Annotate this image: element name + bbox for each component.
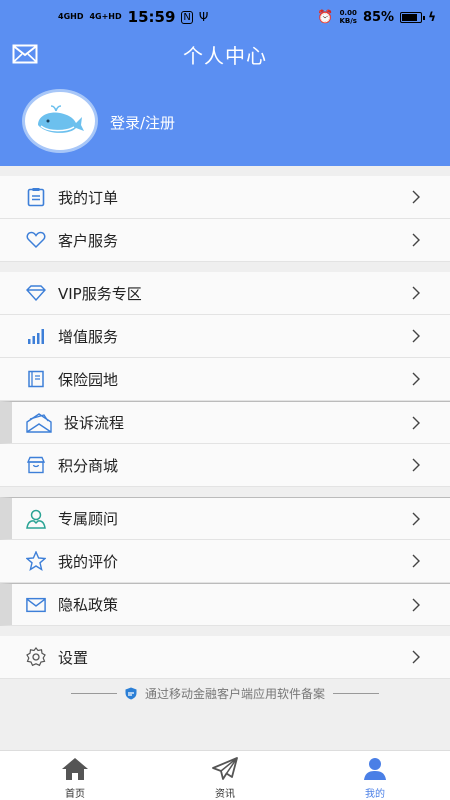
menu-item-label: 积分商城 — [58, 456, 119, 475]
paper-plane-icon — [210, 754, 240, 783]
gear-icon — [26, 647, 46, 667]
status-bar: 4GHD 4G+HD 15:59 N Ψ ⏰ 0.00 KB/s 85% ϟ — [0, 0, 450, 34]
tab-mine[interactable]: 我的 — [300, 751, 450, 800]
menu-item-customer-service[interactable]: 客户服务 — [0, 219, 450, 262]
network-speed: 0.00 KB/s — [339, 9, 356, 25]
signal-1: 4GHD — [58, 12, 84, 21]
tab-label: 我的 — [365, 789, 385, 800]
envelope-open-icon — [26, 412, 52, 433]
charging-icon: ϟ — [428, 10, 436, 24]
profile-header: 个人中心 登录/注册 — [0, 34, 450, 166]
chevron-right-icon — [412, 190, 420, 204]
home-icon — [60, 754, 90, 783]
diamond-icon — [26, 283, 46, 303]
bottom-tab-bar: 首页 资讯 我的 — [0, 750, 450, 800]
status-left: 4GHD 4G+HD 15:59 N Ψ — [58, 8, 208, 26]
tab-home[interactable]: 首页 — [0, 751, 150, 800]
menu-group: 我的订单 客户服务 — [0, 176, 450, 262]
menu-item-label: VIP服务专区 — [58, 284, 142, 303]
menu-item-label: 我的订单 — [58, 188, 119, 207]
status-right: ⏰ 0.00 KB/s 85% ϟ — [317, 9, 436, 25]
bar-chart-icon — [26, 326, 46, 346]
tab-label: 资讯 — [215, 789, 235, 800]
alarm-icon: ⏰ — [317, 9, 334, 25]
star-icon — [26, 551, 46, 571]
store-icon — [26, 455, 46, 475]
mail-icon — [26, 595, 46, 615]
page-title: 个人中心 — [183, 44, 267, 68]
speed-value: 0.00 — [339, 9, 357, 17]
tab-label: 首页 — [65, 789, 85, 800]
divider — [333, 692, 379, 694]
menu-item-label: 专属顾问 — [58, 510, 119, 528]
shield-icon — [125, 687, 137, 699]
menu-group: 设置 — [0, 636, 450, 679]
book-icon — [26, 369, 46, 389]
signal-2: 4G+HD — [89, 12, 122, 21]
battery-icon — [400, 11, 426, 23]
divider — [70, 692, 117, 694]
chevron-right-icon — [412, 598, 420, 612]
tab-news[interactable]: 资讯 — [150, 751, 300, 800]
menu-item-points-mall[interactable]: 积分商城 — [0, 444, 450, 487]
nfc-icon: N — [181, 10, 193, 24]
filing-text: 通过移动金融客户端应用软件备案 — [144, 686, 325, 701]
person-icon — [26, 509, 46, 529]
chevron-right-icon — [412, 458, 420, 472]
chevron-right-icon — [412, 286, 420, 300]
menu-item-label: 投诉流程 — [64, 414, 125, 432]
menu-item-value-added[interactable]: 增值服务 — [0, 315, 450, 358]
chevron-right-icon — [412, 512, 420, 526]
menu-item-settings[interactable]: 设置 — [0, 636, 450, 679]
menu-item-label: 增值服务 — [58, 327, 119, 346]
separator — [0, 487, 450, 497]
avatar[interactable] — [25, 92, 95, 150]
clipboard-icon — [26, 187, 46, 207]
filing-notice: 通过移动金融客户端应用软件备案 — [0, 680, 450, 706]
separator — [0, 262, 450, 272]
whale-icon — [38, 105, 84, 133]
status-time: 15:59 — [127, 8, 176, 26]
menu-item-vip[interactable]: VIP服务专区 — [0, 272, 450, 315]
chevron-right-icon — [412, 416, 420, 430]
user-icon — [360, 754, 390, 783]
menu-item-complaint[interactable]: 投诉流程 — [0, 401, 450, 444]
menu-group: VIP服务专区 增值服务 保险园地 投诉流程 积分商城 — [0, 272, 450, 487]
menu-item-label: 设置 — [58, 648, 89, 667]
heart-icon — [26, 230, 46, 250]
menu-item-label: 我的评价 — [58, 552, 119, 571]
battery-percent: 85% — [362, 9, 395, 25]
menu-list: 我的订单 客户服务 VIP服务专区 增值服务 保险园地 投诉流程 积分商城 专属… — [0, 176, 450, 679]
chevron-right-icon — [412, 372, 420, 386]
speed-unit: KB/s — [339, 17, 357, 25]
chevron-right-icon — [412, 554, 420, 568]
chevron-right-icon — [412, 650, 420, 664]
usb-icon: Ψ — [198, 10, 209, 24]
separator — [0, 626, 450, 636]
menu-item-privacy[interactable]: 隐私政策 — [0, 583, 450, 626]
menu-item-label: 保险园地 — [58, 370, 119, 389]
chevron-right-icon — [412, 233, 420, 247]
login-register-link[interactable]: 登录/注册 — [110, 112, 175, 133]
chevron-right-icon — [412, 329, 420, 343]
menu-item-label: 客户服务 — [58, 231, 119, 250]
menu-item-orders[interactable]: 我的订单 — [0, 176, 450, 219]
menu-item-insurance[interactable]: 保险园地 — [0, 358, 450, 401]
menu-group: 专属顾问 我的评价 隐私政策 — [0, 497, 450, 626]
menu-item-advisor[interactable]: 专属顾问 — [0, 497, 450, 540]
menu-item-label: 隐私政策 — [58, 596, 119, 614]
menu-item-reviews[interactable]: 我的评价 — [0, 540, 450, 583]
